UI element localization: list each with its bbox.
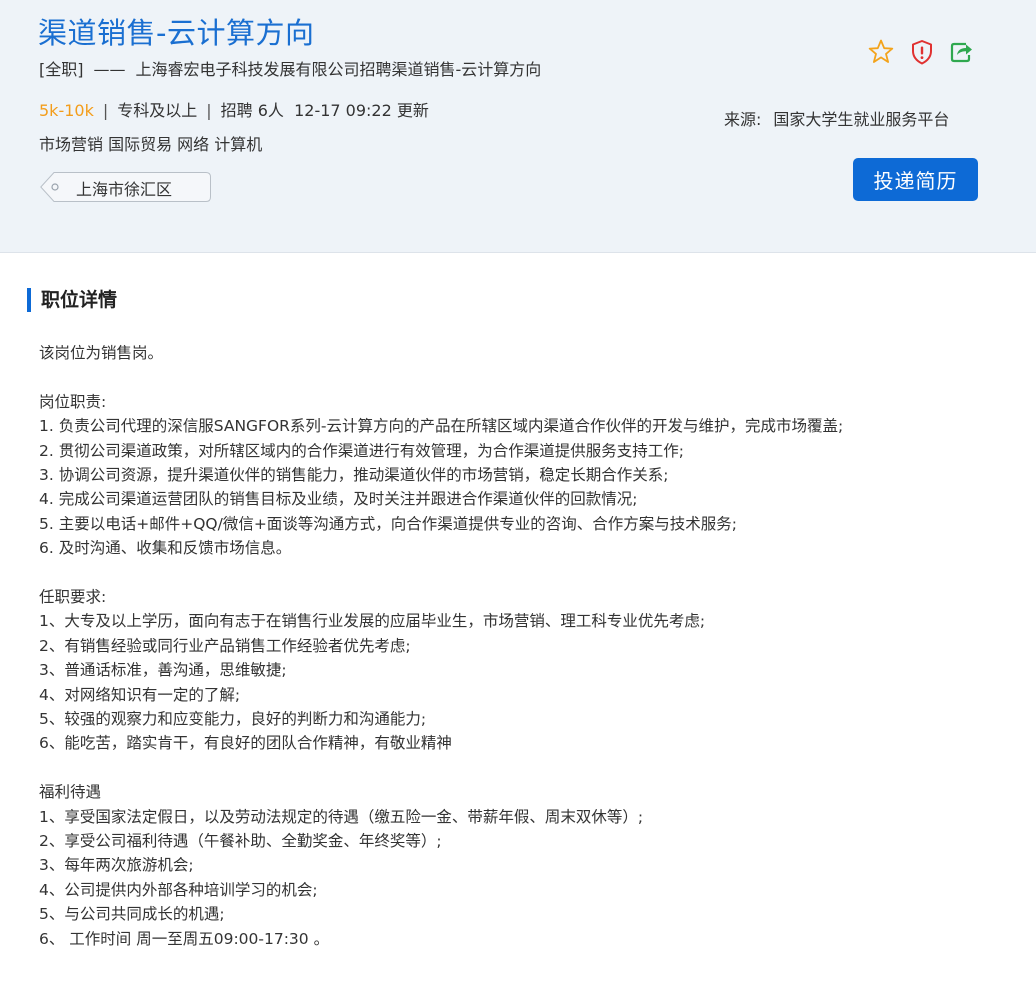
job-subtitle: [全职] —— 上海睿宏电子科技发展有限公司招聘渠道销售-云计算方向 bbox=[39, 56, 541, 80]
list-item: 5、较强的观察力和应变能力，良好的判断力和沟通能力; bbox=[39, 710, 427, 729]
meta-separator: | bbox=[102, 101, 109, 120]
star-icon[interactable] bbox=[867, 38, 895, 66]
list-item: 2、有销售经验或同行业产品销售工作经验者优先考虑; bbox=[39, 636, 411, 655]
update-time: 12-17 09:22 更新 bbox=[294, 101, 429, 120]
job-type: [全职] bbox=[39, 60, 84, 79]
share-icon[interactable] bbox=[947, 38, 975, 66]
requirements-title: 任职要求: bbox=[39, 588, 107, 607]
section-title-job-detail: 职位详情 bbox=[27, 288, 117, 312]
job-description: 该岗位为销售岗。 岗位职责: 1. 负责公司代理的深信服SANGFOR系列-云计… bbox=[39, 341, 999, 951]
list-item: 1. 负责公司代理的深信服SANGFOR系列-云计算方向的产品在所辖区域内渠道合… bbox=[39, 417, 844, 436]
location-text: 上海市徐汇区 bbox=[76, 180, 173, 199]
company-line[interactable]: 上海睿宏电子科技发展有限公司招聘渠道销售-云计算方向 bbox=[136, 60, 542, 79]
job-source: 来源: 国家大学生就业服务平台 bbox=[724, 106, 949, 130]
job-intro: 该岗位为销售岗。 bbox=[39, 344, 164, 362]
list-item: 1、享受国家法定假日，以及劳动法规定的待遇（缴五险一金、带薪年假、周末双休等）; bbox=[39, 807, 644, 826]
list-item: 3. 协调公司资源，提升渠道伙伴的销售能力，推动渠道伙伴的市场营销，稳定长期合作… bbox=[39, 466, 669, 485]
list-item: 3、每年两次旅游机会; bbox=[39, 856, 194, 875]
list-item: 1、大专及以上学历，面向有志于在销售行业发展的应届毕业生，市场营销、理工科专业优… bbox=[39, 612, 706, 631]
action-icons bbox=[867, 38, 977, 68]
list-item: 2、享受公司福利待遇（午餐补助、全勤奖金、年终奖等）; bbox=[39, 832, 442, 851]
source-name[interactable]: 国家大学生就业服务平台 bbox=[773, 110, 949, 129]
job-header: 渠道销售-云计算方向 [全职] —— 上海睿宏电子科技发展有限公司招聘渠道销售-云计… bbox=[0, 0, 1036, 253]
education-requirement: 专科及以上 bbox=[117, 101, 198, 120]
apply-resume-button[interactable]: 投递简历 bbox=[853, 158, 978, 201]
list-item: 6. 及时沟通、收集和反馈市场信息。 bbox=[39, 539, 292, 558]
list-item: 5、与公司共同成长的机遇; bbox=[39, 905, 225, 924]
job-title: 渠道销售-云计算方向 bbox=[38, 16, 315, 50]
benefits-title: 福利待遇 bbox=[39, 783, 102, 802]
duties-title: 岗位职责: bbox=[39, 392, 107, 411]
list-item: 5. 主要以电话+邮件+QQ/微信+面谈等沟通方式，向合作渠道提供专业的咨询、合… bbox=[39, 514, 738, 533]
list-item: 6、 工作时间 周一至周五09:00-17:30 。 bbox=[39, 929, 330, 948]
report-shield-icon[interactable] bbox=[908, 38, 936, 66]
list-item: 6、能吃苦，踏实肯干，有良好的团队合作精神，有敬业精神 bbox=[39, 734, 452, 753]
salary: 5k-10k bbox=[39, 101, 94, 120]
meta-separator: | bbox=[206, 101, 212, 120]
subtitle-dash: —— bbox=[93, 60, 126, 79]
list-item: 2. 贯彻公司渠道政策，对所辖区域内的合作渠道进行有效管理，为合作渠道提供服务支… bbox=[39, 441, 684, 460]
list-item: 4、对网络知识有一定的了解; bbox=[39, 685, 241, 704]
list-item: 4. 完成公司渠道运营团队的销售目标及业绩，及时关注并跟进合作渠道伙伴的回款情况… bbox=[39, 490, 638, 509]
location-tag: 上海市徐汇区 bbox=[40, 172, 211, 202]
job-meta: 5k-10k | 专科及以上 | 招聘 6人 12-17 09:22 更新 bbox=[39, 97, 429, 121]
list-item: 4、公司提供内外部各种培训学习的机会; bbox=[39, 880, 318, 899]
headcount: 招聘 6人 bbox=[220, 101, 284, 120]
source-label: 来源: bbox=[724, 110, 762, 129]
job-tags: 市场营销 国际贸易 网络 计算机 bbox=[39, 135, 263, 154]
list-item: 3、普通话标准，善沟通，思维敏捷; bbox=[39, 661, 287, 680]
